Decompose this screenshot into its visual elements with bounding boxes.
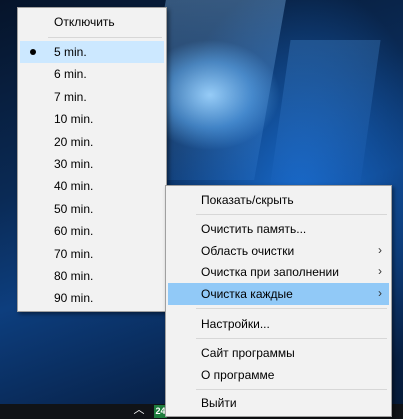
- tray-overflow-chevron-icon[interactable]: ︿: [132, 403, 146, 417]
- menu-item-label: 40 min.: [54, 179, 94, 193]
- menu-item-interval[interactable]: 70 min.: [20, 243, 164, 265]
- menu-item-label: О программе: [201, 368, 275, 382]
- menu-item-interval[interactable]: 90 min.: [20, 287, 164, 309]
- menu-item-label: Область очистки: [201, 244, 295, 258]
- menu-item-settings[interactable]: Настройки...: [168, 313, 389, 335]
- submenu-arrow-icon: ›: [378, 264, 382, 278]
- menu-item-label: 7 min.: [54, 90, 87, 104]
- menu-separator: [48, 37, 162, 38]
- menu-item-interval[interactable]: 5 min.: [20, 41, 164, 63]
- menu-item-label: 20 min.: [54, 135, 94, 149]
- wallpaper-light-beam: [269, 40, 381, 190]
- menu-item-label: Сайт программы: [201, 346, 295, 360]
- menu-item-clean-every[interactable]: Очистка каждые ›: [168, 283, 389, 305]
- menu-separator: [196, 338, 387, 339]
- menu-item-label: 70 min.: [54, 247, 94, 261]
- menu-separator: [196, 308, 387, 309]
- menu-item-interval[interactable]: 7 min.: [20, 86, 164, 108]
- menu-item-website[interactable]: Сайт программы: [168, 342, 389, 364]
- menu-item-show-hide[interactable]: Показать/скрыть: [168, 189, 389, 211]
- menu-item-label: Очистить память...: [201, 222, 307, 236]
- submenu-arrow-icon: ›: [378, 243, 382, 257]
- menu-item-label: Очистка каждые: [201, 287, 293, 301]
- menu-item-clean-memory[interactable]: Очистить память...: [168, 218, 389, 240]
- menu-item-interval[interactable]: 10 min.: [20, 108, 164, 130]
- menu-item-label: 90 min.: [54, 291, 94, 305]
- menu-item-interval[interactable]: 60 min.: [20, 220, 164, 242]
- menu-item-interval[interactable]: 50 min.: [20, 198, 164, 220]
- menu-item-clean-area[interactable]: Область очистки ›: [168, 240, 389, 262]
- menu-item-label: 30 min.: [54, 157, 94, 171]
- menu-item-interval[interactable]: 40 min.: [20, 175, 164, 197]
- menu-item-interval[interactable]: 20 min.: [20, 131, 164, 153]
- menu-separator: [196, 389, 387, 390]
- radio-bullet-icon: [30, 49, 36, 55]
- submenu-arrow-icon: ›: [378, 286, 382, 300]
- menu-item-label: 10 min.: [54, 112, 94, 126]
- menu-separator: [196, 214, 387, 215]
- interval-submenu: Отключить 5 min. 6 min. 7 min. 10 min. 2…: [17, 7, 167, 312]
- menu-item-interval[interactable]: 30 min.: [20, 153, 164, 175]
- menu-item-disable[interactable]: Отключить: [20, 11, 164, 33]
- menu-item-label: 80 min.: [54, 269, 94, 283]
- menu-item-label: Показать/скрыть: [201, 193, 294, 207]
- menu-item-interval[interactable]: 80 min.: [20, 265, 164, 287]
- menu-item-label: 5 min.: [54, 45, 87, 59]
- menu-item-label: Выйти: [201, 396, 237, 410]
- menu-item-exit[interactable]: Выйти: [168, 392, 389, 414]
- menu-item-label: 60 min.: [54, 224, 94, 238]
- menu-item-label: 6 min.: [54, 67, 87, 81]
- menu-item-interval[interactable]: 6 min.: [20, 63, 164, 85]
- menu-item-label: Настройки...: [201, 317, 270, 331]
- menu-item-about[interactable]: О программе: [168, 364, 389, 386]
- menu-item-label: Отключить: [54, 15, 115, 29]
- tray-context-menu: Показать/скрыть Очистить память... Облас…: [165, 185, 392, 417]
- menu-item-clean-on-fill[interactable]: Очистка при заполнении ›: [168, 261, 389, 283]
- menu-item-label: Очистка при заполнении: [201, 265, 339, 279]
- menu-item-label: 50 min.: [54, 202, 94, 216]
